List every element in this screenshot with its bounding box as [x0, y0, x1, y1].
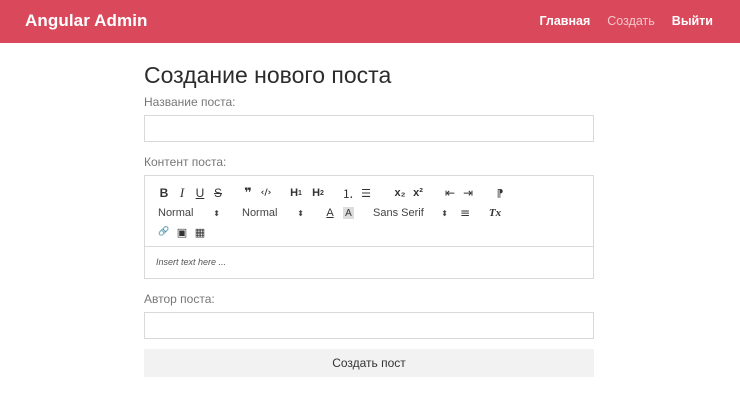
video-icon[interactable]: ▦: [191, 224, 209, 240]
strike-icon[interactable]: S: [209, 185, 227, 201]
subscript-icon[interactable]: x₂: [391, 185, 409, 201]
italic-icon[interactable]: I: [173, 185, 191, 201]
bold-icon[interactable]: B: [155, 185, 173, 201]
bullet-list-icon[interactable]: ☰: [357, 185, 375, 201]
nav-link-home[interactable]: Главная: [539, 14, 590, 28]
image-icon[interactable]: ▣: [173, 224, 191, 240]
header-2-icon[interactable]: H2: [307, 185, 329, 201]
header-2-sub: 2: [320, 189, 324, 197]
font-picker-label: Sans Serif: [373, 207, 424, 219]
chevron-updown-icon: ⬍: [441, 208, 448, 218]
post-content-label: Контент поста:: [144, 155, 227, 169]
brand-logo-text[interactable]: Angular Admin: [25, 11, 148, 31]
clean-format-icon[interactable]: Tx: [486, 205, 504, 221]
font-picker[interactable]: Sans Serif ⬍: [370, 207, 448, 219]
size-picker[interactable]: Normal ⬍: [155, 207, 220, 219]
underline-icon[interactable]: U: [191, 185, 209, 201]
top-navbar: Angular Admin Главная Создать Выйти: [0, 0, 740, 43]
background-color-icon[interactable]: A: [343, 207, 354, 219]
header-2-letter: H: [312, 187, 321, 199]
size-picker-label: Normal: [158, 207, 194, 219]
toolbar-row-2: Normal ⬍ Normal ⬍ A A Sans Serif ⬍ ≡ Tx: [155, 205, 504, 221]
nav-links: Главная Создать Выйти: [539, 14, 713, 28]
post-author-label: Автор поста:: [144, 292, 215, 306]
blockquote-icon[interactable]: ❞: [239, 185, 257, 201]
rtl-direction-icon[interactable]: ⁋: [491, 185, 509, 201]
page-title: Создание нового поста: [144, 62, 392, 88]
header-picker[interactable]: Normal ⬍: [239, 207, 304, 219]
superscript-icon[interactable]: x²: [409, 185, 427, 201]
ordered-list-icon[interactable]: ⒈: [339, 185, 357, 201]
header-1-letter: H: [290, 187, 299, 199]
post-author-input[interactable]: [144, 312, 594, 339]
rich-text-editor: B I U S ❞ ‹/› H1 H2 ⒈ ☰ x₂ x² ⇤ ⇥ ⁋ Norm…: [144, 175, 594, 279]
editor-toolbar: B I U S ❞ ‹/› H1 H2 ⒈ ☰ x₂ x² ⇤ ⇥ ⁋ Norm…: [145, 176, 593, 247]
nav-link-create[interactable]: Создать: [607, 14, 655, 28]
post-title-label: Название поста:: [144, 95, 236, 109]
create-post-form: Создание нового поста Название поста: Ко…: [144, 61, 594, 377]
header-1-icon[interactable]: H1: [285, 185, 307, 201]
text-color-icon[interactable]: A: [321, 205, 339, 221]
post-title-input[interactable]: [144, 115, 594, 142]
chevron-updown-icon: ⬍: [213, 208, 220, 218]
nav-link-logout[interactable]: Выйти: [672, 14, 713, 28]
toolbar-row-1: B I U S ❞ ‹/› H1 H2 ⒈ ☰ x₂ x² ⇤ ⇥ ⁋: [155, 185, 509, 201]
editor-placeholder: Insert text here ...: [156, 257, 227, 267]
create-post-button[interactable]: Создать пост: [144, 349, 594, 377]
editor-content-area[interactable]: Insert text here ...: [145, 247, 593, 278]
code-block-icon[interactable]: ‹/›: [257, 185, 275, 201]
header-1-sub: 1: [298, 189, 302, 197]
chevron-updown-icon: ⬍: [297, 208, 304, 218]
link-icon[interactable]: 🔗: [155, 224, 173, 240]
indent-icon[interactable]: ⇥: [459, 185, 477, 201]
header-picker-label: Normal: [242, 207, 278, 219]
outdent-icon[interactable]: ⇤: [441, 185, 459, 201]
align-icon[interactable]: ≡: [456, 205, 474, 221]
toolbar-row-3: 🔗 ▣ ▦: [155, 224, 209, 240]
